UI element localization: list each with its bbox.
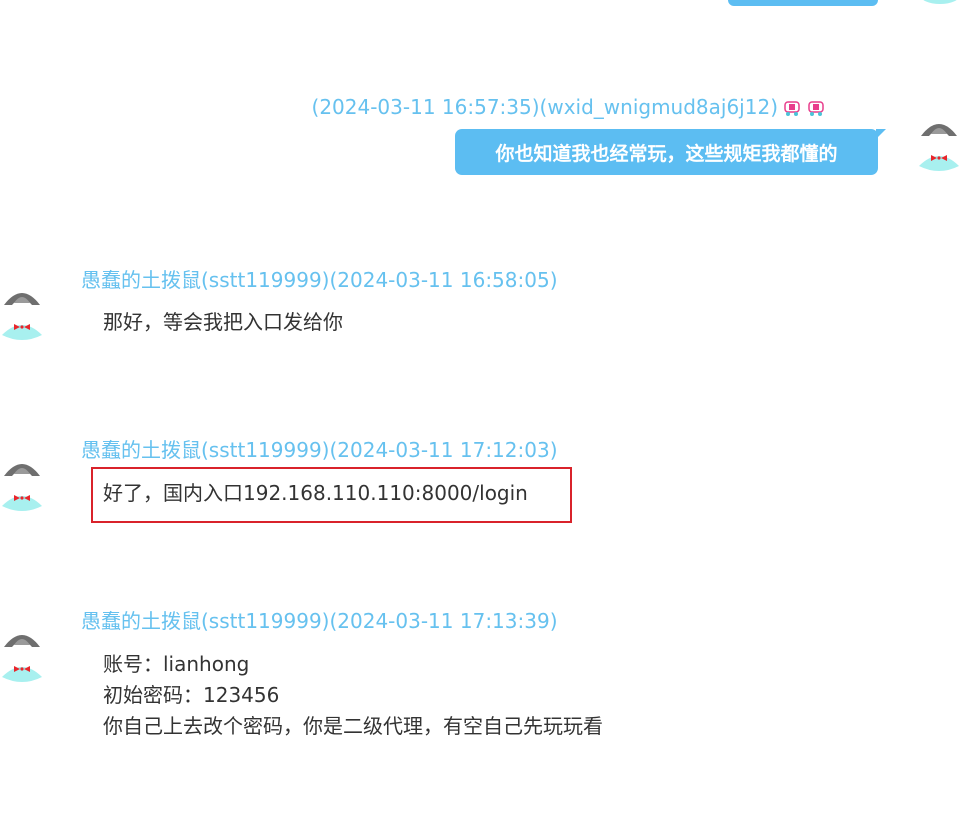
emoji-sticker-icon <box>782 97 802 117</box>
message-text: 你也知道我也经常玩，这些规矩我都懂的 <box>495 142 838 165</box>
emoji-sticker-icon <box>806 97 826 117</box>
message-text-line: 账号：lianhong <box>103 652 250 676</box>
avatar-icon[interactable] <box>0 625 44 685</box>
message-text: 好了，国内入口192.168.110.110:8000/login <box>103 481 528 505</box>
message-meta-left: 愚蠢的土拨鼠(sstt119999)(2024-03-11 16:58:05) <box>81 268 558 292</box>
avatar-icon[interactable] <box>917 114 961 174</box>
previous-message-bubble <box>728 0 878 6</box>
message-meta-left: 愚蠢的土拨鼠(sstt119999)(2024-03-11 17:12:03) <box>81 438 558 462</box>
message-bubble-right: 你也知道我也经常玩，这些规矩我都懂的 <box>455 129 886 175</box>
previous-avatar <box>918 0 962 4</box>
message-meta-text: (2024-03-11 16:57:35)(wxid_wnigmud8aj6j1… <box>311 95 778 119</box>
message-text-line: 初始密码：123456 <box>103 683 280 707</box>
avatar-icon[interactable] <box>0 283 44 343</box>
message-text-line: 你自己上去改个密码，你是二级代理，有空自己先玩玩看 <box>103 714 603 738</box>
message-meta-left: 愚蠢的土拨鼠(sstt119999)(2024-03-11 17:13:39) <box>81 609 558 633</box>
avatar-icon[interactable] <box>0 454 44 514</box>
message-text: 那好，等会我把入口发给你 <box>103 310 343 334</box>
message-meta-right: (2024-03-11 16:57:35)(wxid_wnigmud8aj6j1… <box>312 95 826 119</box>
